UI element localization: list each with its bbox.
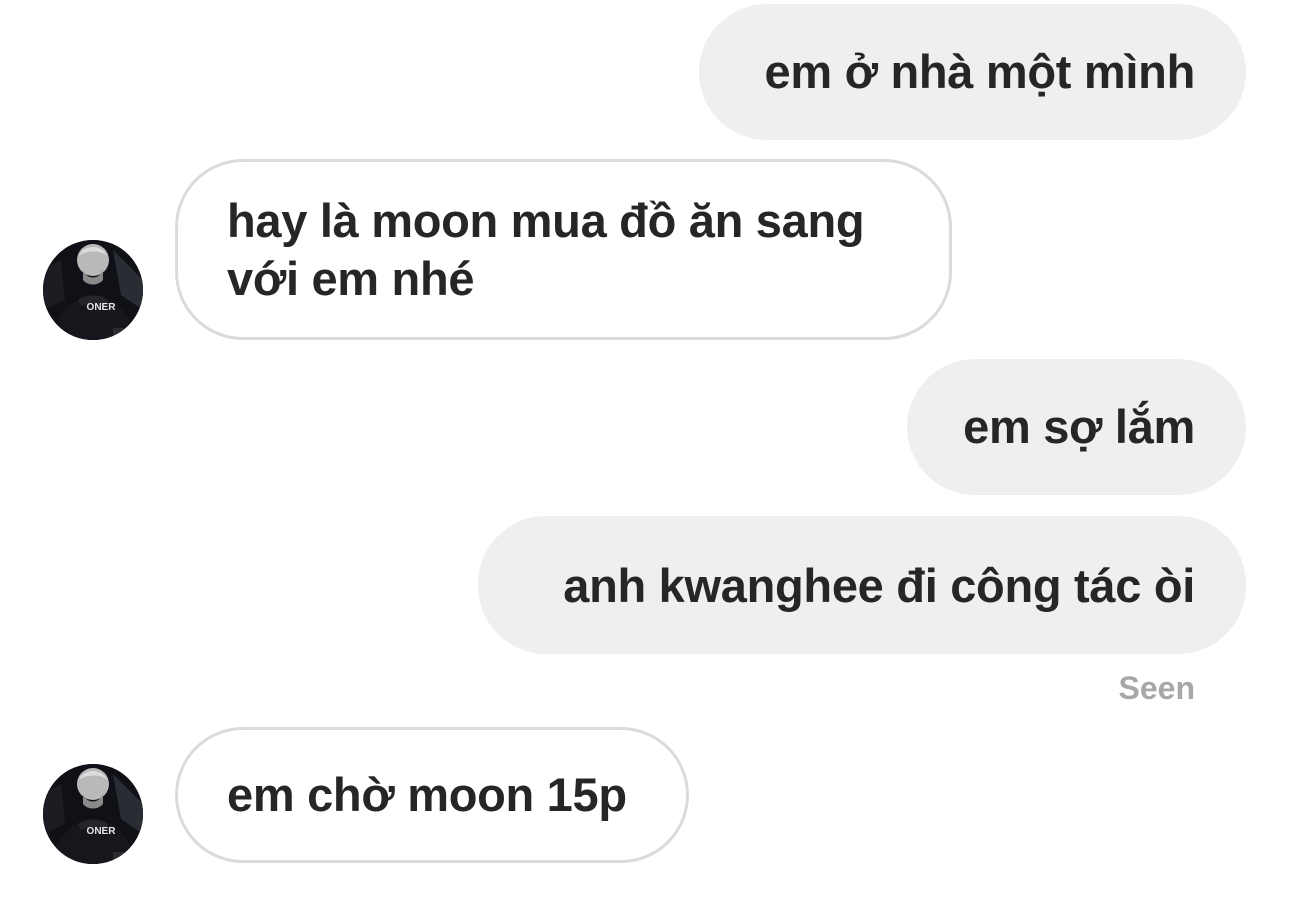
outgoing-message-bubble[interactable]: anh kwanghee đi công tác òi — [478, 516, 1246, 654]
outgoing-message-bubble[interactable]: em sợ lắm — [907, 359, 1246, 495]
message-text: anh kwanghee đi công tác òi — [563, 559, 1195, 612]
jersey-text: ONER — [87, 826, 117, 837]
sender-avatar[interactable]: ONER — [43, 764, 143, 864]
profile-photo-icon: ONER — [43, 240, 143, 340]
message-text: hay là moon mua đồ ăn sang với em nhé — [227, 194, 865, 305]
sender-avatar[interactable]: ONER — [43, 240, 143, 340]
seen-receipt: Seen — [1118, 670, 1195, 706]
outgoing-message-bubble[interactable]: em ở nhà một mình — [699, 4, 1246, 140]
incoming-message-bubble[interactable]: em chờ moon 15p — [175, 727, 689, 863]
message-text: em sợ lắm — [963, 400, 1195, 453]
jersey-text: ONER — [87, 302, 117, 313]
profile-photo-icon: ONER — [43, 764, 143, 864]
message-text: em ở nhà một mình — [764, 45, 1196, 98]
message-text: em chờ moon 15p — [227, 768, 627, 821]
incoming-message-bubble[interactable]: hay là moon mua đồ ăn sang với em nhé — [175, 159, 952, 340]
